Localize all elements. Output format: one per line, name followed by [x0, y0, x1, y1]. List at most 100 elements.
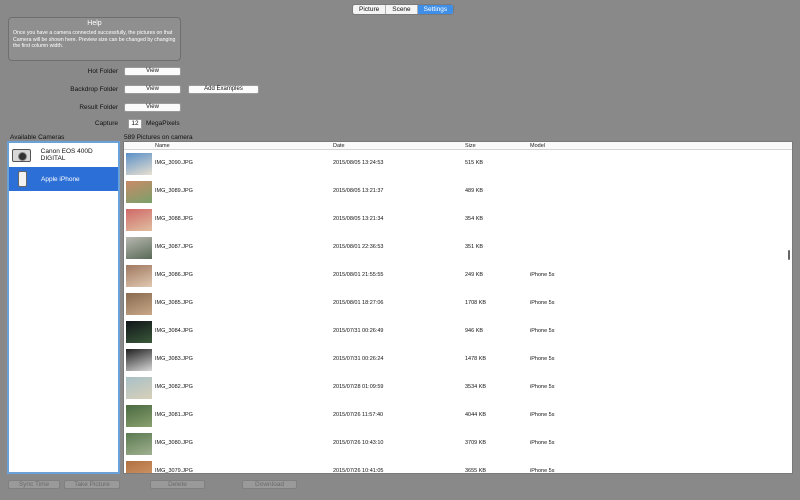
capture-label: Capture [94, 120, 118, 127]
cell-date: 2015/07/31 00:26:49 [333, 328, 384, 334]
cell-name: IMG_3090.JPG [155, 160, 193, 166]
cell-date: 2015/07/26 10:41:05 [333, 468, 384, 474]
cell-date: 2015/08/05 13:21:34 [333, 216, 384, 222]
photo-thumbnail [126, 237, 152, 259]
photo-thumbnail [126, 349, 152, 371]
tab-scene[interactable]: Scene [386, 5, 418, 14]
add-examples-button[interactable]: Add Examples [188, 85, 259, 94]
cell-size: 3655 KB [465, 468, 487, 474]
hot-folder-view-button[interactable]: View [124, 67, 181, 76]
cell-date: 2015/07/26 11:57:40 [333, 412, 384, 418]
table-row[interactable]: IMG_3086.JPG 2015/08/01 21:55:55 249 KB iPh… [124, 262, 792, 290]
cell-name: IMG_3081.JPG [155, 412, 193, 418]
table-row[interactable]: IMG_3083.JPG 2015/07/31 00:26:24 1478 KB iP… [124, 346, 792, 374]
tab-settings[interactable]: Settings [417, 5, 454, 14]
cell-size: 489 KB [465, 188, 484, 194]
cell-name: IMG_3079.JPG [155, 468, 193, 474]
camera-list: Canon EOS 400D DIGITAL Apple iPhone [7, 141, 120, 474]
cell-name: IMG_3083.JPG [155, 356, 193, 362]
cell-model: iPhone 5s [530, 440, 555, 446]
backdrop-folder-view-button[interactable]: View [124, 85, 181, 94]
backdrop-folder-label: Backdrop Folder [70, 86, 118, 93]
capture-unit: MegaPixels [146, 120, 180, 127]
photo-thumbnail [126, 433, 152, 455]
camera-name: Canon EOS 400D DIGITAL [40, 148, 93, 162]
cell-name: IMG_3084.JPG [155, 328, 193, 334]
cell-size: 351 KB [465, 244, 484, 250]
cell-size: 946 KB [465, 328, 484, 334]
cell-model: iPhone 5s [530, 272, 555, 278]
cell-model: iPhone 5s [530, 384, 555, 390]
column-header-date[interactable]: Date [333, 142, 345, 150]
cell-size: 1708 KB [465, 300, 487, 306]
column-header-model[interactable]: Model [530, 142, 545, 150]
cell-model: iPhone 5s [530, 412, 555, 418]
cell-size: 3534 KB [465, 384, 487, 390]
photo-thumbnail [126, 293, 152, 315]
pictures-table: Name Date Size Model IMG_3090.JPG 2015/08… [123, 141, 793, 474]
pictures-count-title: 589 Pictures on camera [124, 134, 193, 141]
table-row[interactable]: IMG_3089.JPG 2015/08/05 13:21:37 489 KB [124, 178, 792, 206]
cell-size: 1478 KB [465, 356, 487, 362]
cell-date: 2015/07/31 00:26:24 [333, 356, 384, 362]
delete-button[interactable]: Delete [150, 480, 205, 489]
table-row[interactable]: IMG_3080.JPG 2015/07/26 10:43:10 3709 KB iP… [124, 430, 792, 458]
available-cameras-title: Available Cameras [10, 134, 65, 141]
cell-date: 2015/08/01 22:36:53 [333, 244, 384, 250]
cell-model: iPhone 5s [530, 356, 555, 362]
photo-thumbnail [126, 321, 152, 343]
result-folder-view-button[interactable]: View [124, 103, 181, 112]
photo-thumbnail [126, 153, 152, 175]
result-folder-label: Result Folder [79, 104, 118, 111]
camera-item-iphone[interactable]: Apple iPhone [9, 167, 118, 191]
table-row[interactable]: IMG_3079.JPG 2015/07/26 10:41:05 3655 KB iP… [124, 458, 792, 474]
cell-name: IMG_3089.JPG [155, 188, 193, 194]
cell-date: 2015/08/01 18:27:06 [333, 300, 384, 306]
cell-date: 2015/07/28 01:09:59 [333, 384, 384, 390]
column-header-size[interactable]: Size [465, 142, 476, 150]
table-row[interactable]: IMG_3084.JPG 2015/07/31 00:26:49 946 KB iPh… [124, 318, 792, 346]
capture-megapixels-input[interactable]: 12 [128, 119, 142, 129]
table-row[interactable]: IMG_3090.JPG 2015/08/05 13:24:53 515 KB [124, 150, 792, 178]
photo-thumbnail [126, 265, 152, 287]
photo-thumbnail [126, 405, 152, 427]
table-row[interactable]: IMG_3087.JPG 2015/08/01 22:36:53 351 KB [124, 234, 792, 262]
cell-model: iPhone 5s [530, 328, 555, 334]
download-button[interactable]: Download [242, 480, 297, 489]
photo-thumbnail [126, 461, 152, 473]
table-row[interactable]: IMG_3085.JPG 2015/08/01 18:27:06 1708 KB iP… [124, 290, 792, 318]
take-picture-button[interactable]: Take Picture [64, 480, 120, 489]
dslr-camera-icon [12, 146, 32, 164]
cell-date: 2015/08/05 13:21:37 [333, 188, 384, 194]
table-row[interactable]: IMG_3082.JPG 2015/07/28 01:09:59 3534 KB iP… [124, 374, 792, 402]
tab-bar: Picture Scene Settings [352, 4, 455, 15]
camera-item-canon[interactable]: Canon EOS 400D DIGITAL [9, 143, 118, 167]
tab-picture[interactable]: Picture [353, 5, 387, 14]
photo-thumbnail [126, 377, 152, 399]
table-header: Name Date Size Model [124, 142, 792, 150]
hot-folder-label: Hot Folder [87, 68, 118, 75]
help-title: Help [87, 20, 102, 27]
cell-date: 2015/08/01 21:55:55 [333, 272, 384, 278]
table-row[interactable]: IMG_3088.JPG 2015/08/05 13:21:34 354 KB [124, 206, 792, 234]
iphone-icon [12, 170, 32, 188]
column-header-name[interactable]: Name [155, 142, 170, 150]
cell-date: 2015/08/05 13:24:53 [333, 160, 384, 166]
cell-size: 4044 KB [465, 412, 487, 418]
cell-name: IMG_3085.JPG [155, 300, 193, 306]
cell-name: IMG_3087.JPG [155, 244, 193, 250]
table-scrollbar[interactable] [788, 250, 790, 260]
camera-name: Apple iPhone [41, 175, 80, 183]
cell-size: 3709 KB [465, 440, 487, 446]
cell-model: iPhone 5s [530, 468, 555, 474]
photo-thumbnail [126, 181, 152, 203]
cell-name: IMG_3088.JPG [155, 216, 193, 222]
table-row[interactable]: IMG_3081.JPG 2015/07/26 11:57:40 4044 KB iP… [124, 402, 792, 430]
cell-name: IMG_3082.JPG [155, 384, 193, 390]
help-box: Help Once you have a camera connected su… [8, 17, 181, 61]
cell-date: 2015/07/26 10:43:10 [333, 440, 384, 446]
cell-size: 515 KB [465, 160, 484, 166]
sync-time-button[interactable]: Sync Time [8, 480, 60, 489]
help-text: Once you have a camera connected success… [13, 30, 176, 49]
cell-size: 249 KB [465, 272, 484, 278]
